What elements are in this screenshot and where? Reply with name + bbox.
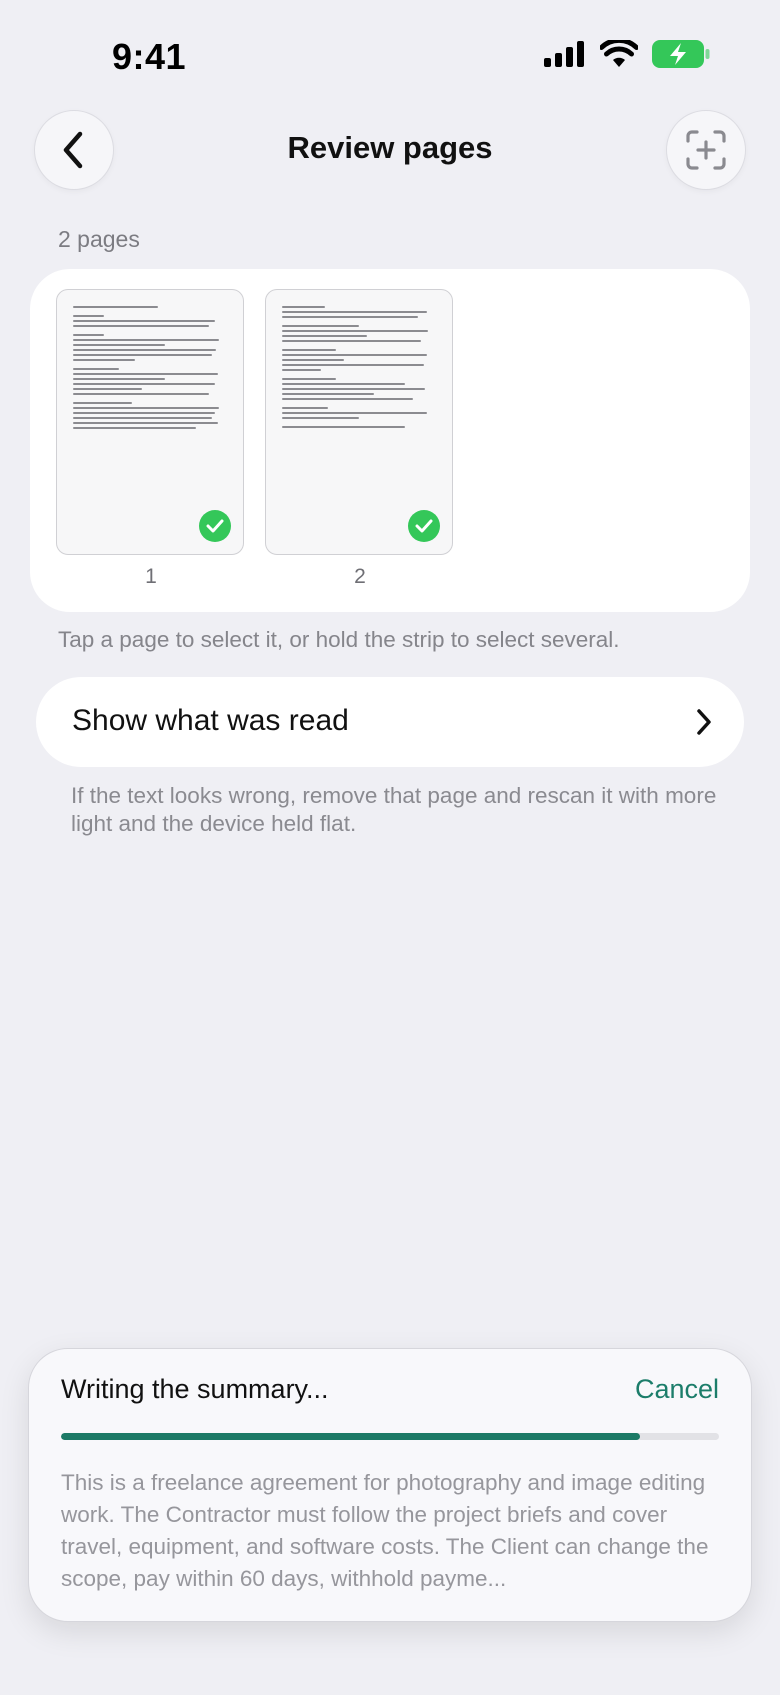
status-bar: 9:41 <box>0 0 780 110</box>
cellular-signal-icon <box>544 41 584 67</box>
scan-add-icon <box>686 130 726 170</box>
selected-check-icon <box>408 510 440 542</box>
show-what-was-read-label: Show what was read <box>72 704 349 737</box>
selection-hint: Tap a page to select it, or hold the str… <box>58 627 620 652</box>
page-thumbnail-1[interactable]: 1 <box>56 289 246 589</box>
wifi-icon <box>600 40 638 67</box>
rescan-help-text: If the text looks wrong, remove that pag… <box>71 783 717 836</box>
page-preview <box>56 289 244 555</box>
page-preview <box>265 289 453 555</box>
page-number: 1 <box>145 565 157 588</box>
status-icons <box>544 40 710 68</box>
page-thumbnail-2[interactable]: 2 <box>265 289 455 589</box>
page-strip[interactable]: 1 2 <box>30 269 750 612</box>
summary-sheet: Writing the summary... Cancel This is a … <box>28 1348 752 1622</box>
page-text-lines <box>266 290 452 428</box>
status-time: 9:41 <box>112 36 187 77</box>
battery-charging-icon <box>652 40 710 68</box>
page-number: 2 <box>354 565 366 588</box>
show-what-was-read-button[interactable]: Show what was read <box>36 677 744 767</box>
summary-progress-bar <box>61 1433 719 1440</box>
page-title: Review pages <box>287 130 493 165</box>
summary-preview-text: This is a freelance agreement for photog… <box>61 1470 709 1591</box>
chevron-right-icon <box>697 709 711 735</box>
summary-progress-fill <box>61 1433 641 1440</box>
selected-check-icon <box>199 510 231 542</box>
page-text-lines <box>57 290 243 429</box>
summary-status-title: Writing the summary... <box>61 1374 329 1404</box>
add-scan-button[interactable] <box>666 110 746 190</box>
page-count: 2 pages <box>58 226 140 252</box>
cancel-button[interactable]: Cancel <box>635 1374 719 1405</box>
